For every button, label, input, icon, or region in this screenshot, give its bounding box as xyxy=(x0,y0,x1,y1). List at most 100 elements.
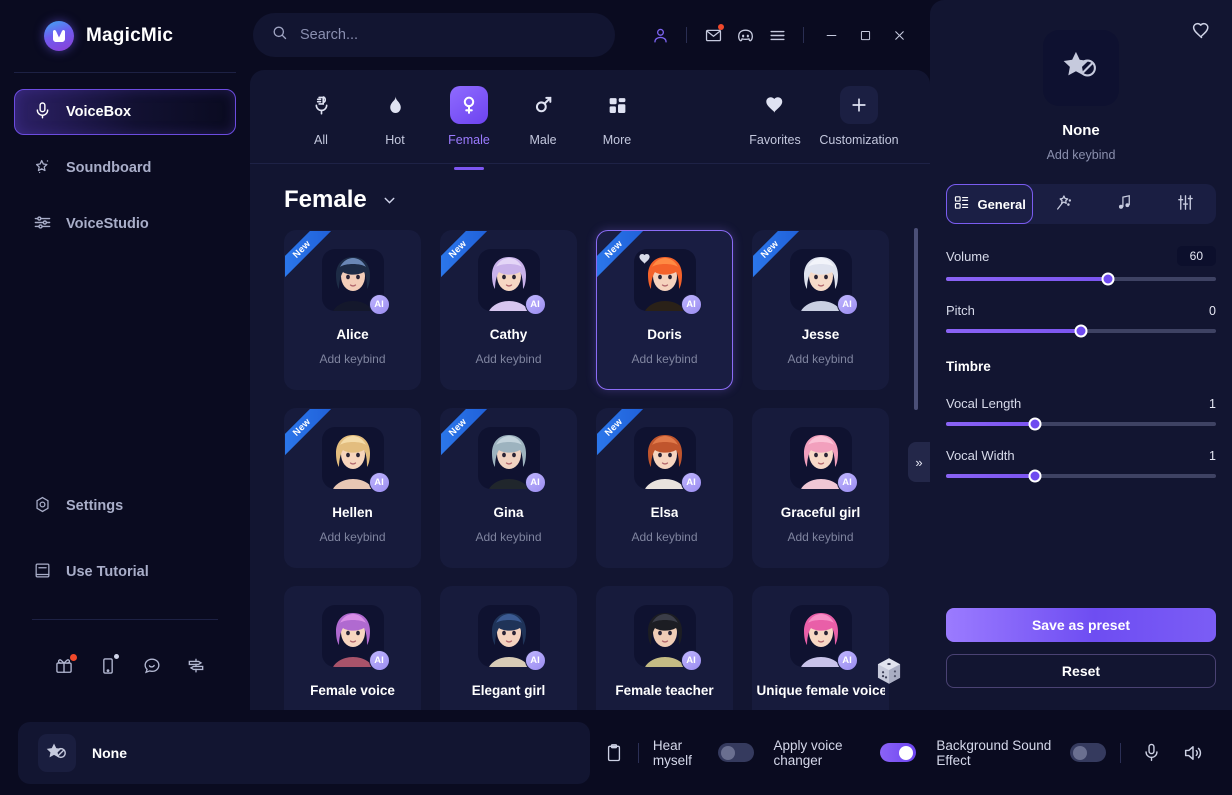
random-dice-icon[interactable] xyxy=(872,654,906,688)
voice-card-keybind[interactable]: Add keybind xyxy=(319,530,385,544)
voice-settings-panel: None Add keybind General Volume 60 Pitch… xyxy=(930,0,1232,710)
sidebar-item-settings[interactable]: Settings xyxy=(14,483,236,529)
voice-card-keybind[interactable]: Add keybind xyxy=(475,530,541,544)
search-bar[interactable] xyxy=(253,13,615,57)
active-voice-strip[interactable]: None xyxy=(18,721,590,784)
voice-card[interactable]: AI Female voice Add keybind xyxy=(284,586,421,710)
speaker-icon[interactable] xyxy=(1182,742,1204,764)
category-male[interactable]: Male xyxy=(506,84,580,147)
microphone-icon[interactable] xyxy=(1141,742,1162,763)
chevron-down-icon[interactable] xyxy=(381,192,398,209)
feedback-icon[interactable] xyxy=(186,656,206,676)
mobile-device-icon[interactable] xyxy=(98,654,119,676)
slider-fill xyxy=(946,422,1036,426)
slider-knob[interactable] xyxy=(1028,469,1042,483)
general-slider: Pitch 0 xyxy=(946,303,1216,338)
sidebar-item-voicestudio[interactable]: VoiceStudio xyxy=(14,201,236,247)
ai-badge: AI xyxy=(836,650,858,671)
tab-effects[interactable] xyxy=(1033,184,1094,224)
category-hot[interactable]: Hot xyxy=(358,84,432,147)
slider-track[interactable] xyxy=(946,272,1216,286)
voice-card-keybind[interactable]: Add keybind xyxy=(787,352,853,366)
category-customization[interactable]: Customization xyxy=(819,84,899,147)
minimize-button[interactable] xyxy=(814,19,848,51)
apply-voice-changer-toggle[interactable] xyxy=(880,743,917,762)
chat-bubble-icon[interactable] xyxy=(142,656,162,676)
voice-card-keybind[interactable]: Add keybind xyxy=(631,352,697,366)
app-body: MagicMic VoiceBox Soundboard VoiceStudio… xyxy=(0,0,1232,710)
heart-outline-icon[interactable] xyxy=(1191,20,1212,41)
titlebar-actions xyxy=(644,0,930,70)
slider-track[interactable] xyxy=(946,469,1216,483)
slider-fill xyxy=(946,277,1108,281)
mail-icon[interactable] xyxy=(697,19,729,51)
slider-track[interactable] xyxy=(946,324,1216,338)
hamburger-menu-icon[interactable] xyxy=(761,19,793,51)
voice-card[interactable]: AI Graceful girl Add keybind xyxy=(752,408,889,568)
clipboard-icon[interactable] xyxy=(604,743,624,763)
sidebar-item-use-tutorial[interactable]: Use Tutorial xyxy=(14,549,236,595)
category-female[interactable]: Female xyxy=(432,84,506,147)
voice-card[interactable]: AI Elegant girl Add keybind xyxy=(440,586,577,710)
flame-icon xyxy=(376,86,414,124)
voice-card[interactable]: New AI Alice Add keybind xyxy=(284,230,421,390)
magic-star-icon xyxy=(33,157,52,180)
grid-scrollbar-thumb[interactable] xyxy=(914,228,918,410)
slider-value: 1 xyxy=(1209,396,1216,411)
sliders-icon xyxy=(33,213,52,236)
sidebar-item-soundboard[interactable]: Soundboard xyxy=(14,145,236,191)
slider-value: 60 xyxy=(1176,246,1216,266)
favorite-heart-icon[interactable] xyxy=(638,252,652,266)
save-as-preset-button[interactable]: Save as preset xyxy=(946,608,1216,642)
user-account-icon[interactable] xyxy=(644,19,676,51)
category-label: Favorites xyxy=(749,133,801,147)
category-all[interactable]: All xyxy=(284,84,358,147)
voice-card[interactable]: New AI Gina Add keybind xyxy=(440,408,577,568)
voice-card[interactable]: New AI Elsa Add keybind xyxy=(596,408,733,568)
voice-card-keybind[interactable]: Add keybind xyxy=(631,708,697,710)
tab-music[interactable] xyxy=(1094,184,1155,224)
voice-card-keybind[interactable]: Add keybind xyxy=(631,530,697,544)
voice-card[interactable]: New AI Hellen Add keybind xyxy=(284,408,421,568)
reset-button[interactable]: Reset xyxy=(946,654,1216,688)
voice-card[interactable]: New AI Jesse Add keybind xyxy=(752,230,889,390)
collapse-panel-button[interactable]: » xyxy=(908,442,930,482)
tab-equalizer[interactable] xyxy=(1155,184,1216,224)
voice-card-keybind[interactable]: Add keybind xyxy=(319,708,385,710)
discord-icon[interactable] xyxy=(729,19,761,51)
hear-myself-toggle[interactable] xyxy=(717,743,754,762)
timbre-sliders: Vocal Length 1 Vocal Width 1 xyxy=(946,374,1216,483)
voice-card-name: Cathy xyxy=(489,327,528,342)
close-button[interactable] xyxy=(882,19,916,51)
voice-card-keybind[interactable]: Add keybind xyxy=(475,352,541,366)
background-sound-effect-toggle[interactable] xyxy=(1070,743,1106,762)
timbre-slider: Vocal Width 1 xyxy=(946,448,1216,483)
tab-general[interactable]: General xyxy=(946,184,1034,224)
slider-track[interactable] xyxy=(946,417,1216,431)
toggle-label: Apply voice changer xyxy=(773,737,843,768)
maximize-button[interactable] xyxy=(848,19,882,51)
voice-card-keybind[interactable]: Add keybind xyxy=(787,530,853,544)
ai-badge: AI xyxy=(368,650,390,671)
voice-card[interactable]: New AI Doris Add keybind xyxy=(596,230,733,390)
slider-knob[interactable] xyxy=(1074,324,1088,338)
sidebar-item-voicebox[interactable]: VoiceBox xyxy=(14,89,236,135)
category-more[interactable]: More xyxy=(580,84,654,147)
voice-card[interactable]: AI Unique female voice Add keybind xyxy=(752,586,889,710)
selected-voice-keybind[interactable]: Add keybind xyxy=(1047,148,1116,162)
timbre-title: Timbre xyxy=(946,359,991,374)
slider-label: Volume xyxy=(946,248,990,264)
voice-card-keybind[interactable]: Add keybind xyxy=(475,708,541,710)
voice-card-keybind[interactable]: Add keybind xyxy=(319,352,385,366)
voice-card-keybind[interactable]: Add keybind xyxy=(787,708,853,710)
voice-card[interactable]: AI Female teacher Add keybind xyxy=(596,586,733,710)
search-input[interactable] xyxy=(300,27,597,43)
slider-knob[interactable] xyxy=(1028,417,1042,431)
voice-grid-scroll[interactable]: New AI Alice Add keybind New AI Cathy Add keybi… xyxy=(250,220,930,710)
microphone-all-icon xyxy=(302,86,340,124)
gift-box-icon[interactable] xyxy=(54,654,77,676)
voice-card-name: Unique female voice xyxy=(756,683,885,698)
slider-knob[interactable] xyxy=(1101,272,1115,286)
voice-card[interactable]: New AI Cathy Add keybind xyxy=(440,230,577,390)
category-favorites[interactable]: Favorites xyxy=(738,84,812,147)
